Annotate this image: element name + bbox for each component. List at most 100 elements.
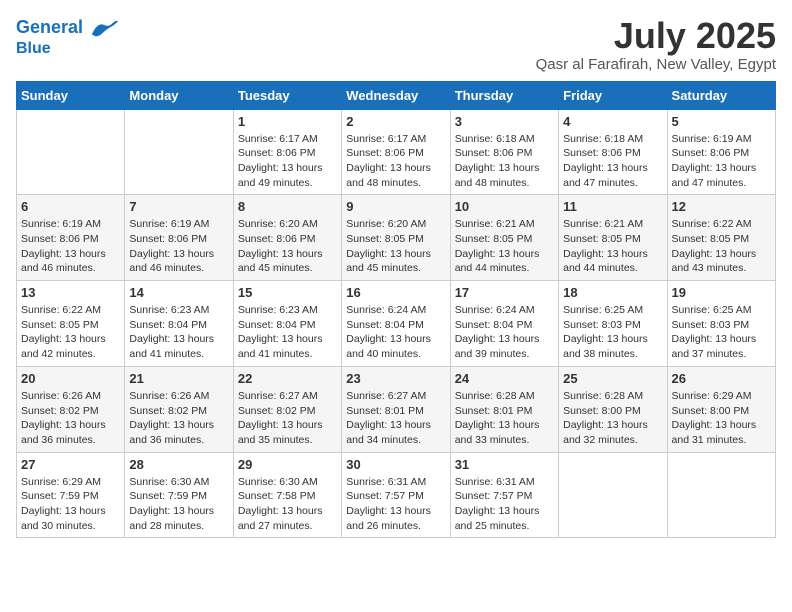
calendar-cell: 10 Sunrise: 6:21 AM Sunset: 8:05 PM Dayli…	[450, 195, 558, 281]
calendar-week-row: 6 Sunrise: 6:19 AM Sunset: 8:06 PM Daylig…	[17, 195, 776, 281]
day-info: Sunrise: 6:17 AM Sunset: 8:06 PM Dayligh…	[346, 132, 445, 191]
day-number: 15	[238, 285, 337, 300]
calendar-cell: 24Sunrise: 6:28 AM Sunset: 8:01 PM Dayli…	[450, 366, 558, 452]
calendar-table: SundayMondayTuesdayWednesdayThursdayFrid…	[16, 81, 776, 539]
weekday-header-friday: Friday	[559, 81, 667, 109]
day-info: Sunrise: 6:28 AM Sunset: 8:00 PM Dayligh…	[563, 389, 662, 448]
calendar-week-row: 1 Sunrise: 6:17 AM Sunset: 8:06 PM Daylig…	[17, 109, 776, 195]
day-info: Sunrise: 6:17 AM Sunset: 8:06 PM Dayligh…	[238, 132, 337, 191]
day-info: Sunrise: 6:18 AM Sunset: 8:06 PM Dayligh…	[455, 132, 554, 191]
day-number: 12	[672, 199, 771, 214]
month-title: July 2025	[536, 16, 776, 56]
day-number: 4	[563, 114, 662, 129]
calendar-cell: 7Sunrise: 6:19 AM Sunset: 8:06 PM Daylig…	[125, 195, 233, 281]
calendar-cell: 31Sunrise: 6:31 AM Sunset: 7:57 PM Dayli…	[450, 452, 558, 538]
calendar-week-row: 13 Sunrise: 6:22 AM Sunset: 8:05 PM Dayli…	[17, 281, 776, 367]
day-number: 29	[238, 457, 337, 472]
calendar-cell: 21Sunrise: 6:26 AM Sunset: 8:02 PM Dayli…	[125, 366, 233, 452]
day-info: Sunrise: 6:20 AM Sunset: 8:06 PM Dayligh…	[238, 217, 337, 276]
weekday-header-thursday: Thursday	[450, 81, 558, 109]
day-number: 23	[346, 371, 445, 386]
logo-blue: Blue	[16, 40, 118, 58]
calendar-week-row: 20 Sunrise: 6:26 AM Sunset: 8:02 PM Dayli…	[17, 366, 776, 452]
day-number: 26	[672, 371, 771, 386]
weekday-header-tuesday: Tuesday	[233, 81, 341, 109]
weekday-header-wednesday: Wednesday	[342, 81, 450, 109]
day-number: 20	[21, 371, 120, 386]
day-info: Sunrise: 6:19 AM Sunset: 8:06 PM Dayligh…	[21, 217, 120, 276]
weekday-header-sunday: Sunday	[17, 81, 125, 109]
day-number: 7	[129, 199, 228, 214]
page-header: General Blue July 2025 Qasr al Farafirah…	[16, 16, 776, 73]
day-info: Sunrise: 6:27 AM Sunset: 8:02 PM Dayligh…	[238, 389, 337, 448]
day-info: Sunrise: 6:21 AM Sunset: 8:05 PM Dayligh…	[563, 217, 662, 276]
day-info: Sunrise: 6:21 AM Sunset: 8:05 PM Dayligh…	[455, 217, 554, 276]
day-number: 11	[563, 199, 662, 214]
day-info: Sunrise: 6:26 AM Sunset: 8:02 PM Dayligh…	[21, 389, 120, 448]
calendar-week-row: 27 Sunrise: 6:29 AM Sunset: 7:59 PM Dayli…	[17, 452, 776, 538]
calendar-cell: 1 Sunrise: 6:17 AM Sunset: 8:06 PM Daylig…	[233, 109, 341, 195]
day-info: Sunrise: 6:29 AM Sunset: 8:00 PM Dayligh…	[672, 389, 771, 448]
day-number: 6	[21, 199, 120, 214]
calendar-cell: 12 Sunrise: 6:22 AM Sunset: 8:05 PM Dayli…	[667, 195, 775, 281]
calendar-cell: 17 Sunrise: 6:24 AM Sunset: 8:04 PM Dayli…	[450, 281, 558, 367]
day-info: Sunrise: 6:29 AM Sunset: 7:59 PM Dayligh…	[21, 475, 120, 534]
calendar-cell	[559, 452, 667, 538]
calendar-cell: 13 Sunrise: 6:22 AM Sunset: 8:05 PM Dayli…	[17, 281, 125, 367]
day-number: 24	[455, 371, 554, 386]
day-info: Sunrise: 6:30 AM Sunset: 7:58 PM Dayligh…	[238, 475, 337, 534]
day-info: Sunrise: 6:23 AM Sunset: 8:04 PM Dayligh…	[238, 303, 337, 362]
day-info: Sunrise: 6:25 AM Sunset: 8:03 PM Dayligh…	[672, 303, 771, 362]
day-number: 2	[346, 114, 445, 129]
calendar-cell: 14Sunrise: 6:23 AM Sunset: 8:04 PM Dayli…	[125, 281, 233, 367]
day-number: 27	[21, 457, 120, 472]
logo-text: General	[16, 16, 118, 40]
day-number: 16	[346, 285, 445, 300]
day-info: Sunrise: 6:18 AM Sunset: 8:06 PM Dayligh…	[563, 132, 662, 191]
day-number: 30	[346, 457, 445, 472]
day-number: 19	[672, 285, 771, 300]
day-number: 18	[563, 285, 662, 300]
calendar-cell: 16Sunrise: 6:24 AM Sunset: 8:04 PM Dayli…	[342, 281, 450, 367]
day-number: 28	[129, 457, 228, 472]
day-number: 10	[455, 199, 554, 214]
calendar-cell: 18 Sunrise: 6:25 AM Sunset: 8:03 PM Dayli…	[559, 281, 667, 367]
calendar-cell	[125, 109, 233, 195]
calendar-cell: 30Sunrise: 6:31 AM Sunset: 7:57 PM Dayli…	[342, 452, 450, 538]
day-number: 17	[455, 285, 554, 300]
day-number: 13	[21, 285, 120, 300]
day-info: Sunrise: 6:19 AM Sunset: 8:06 PM Dayligh…	[672, 132, 771, 191]
day-number: 8	[238, 199, 337, 214]
calendar-cell: 4 Sunrise: 6:18 AM Sunset: 8:06 PM Daylig…	[559, 109, 667, 195]
day-info: Sunrise: 6:24 AM Sunset: 8:04 PM Dayligh…	[455, 303, 554, 362]
day-number: 9	[346, 199, 445, 214]
day-number: 1	[238, 114, 337, 129]
weekday-header-saturday: Saturday	[667, 81, 775, 109]
logo: General Blue	[16, 16, 118, 58]
day-info: Sunrise: 6:20 AM Sunset: 8:05 PM Dayligh…	[346, 217, 445, 276]
calendar-cell: 8 Sunrise: 6:20 AM Sunset: 8:06 PM Daylig…	[233, 195, 341, 281]
weekday-header-row: SundayMondayTuesdayWednesdayThursdayFrid…	[17, 81, 776, 109]
calendar-cell: 19 Sunrise: 6:25 AM Sunset: 8:03 PM Dayli…	[667, 281, 775, 367]
calendar-cell: 5 Sunrise: 6:19 AM Sunset: 8:06 PM Daylig…	[667, 109, 775, 195]
day-info: Sunrise: 6:22 AM Sunset: 8:05 PM Dayligh…	[672, 217, 771, 276]
calendar-cell: 29 Sunrise: 6:30 AM Sunset: 7:58 PM Dayli…	[233, 452, 341, 538]
day-info: Sunrise: 6:25 AM Sunset: 8:03 PM Dayligh…	[563, 303, 662, 362]
calendar-cell: 2 Sunrise: 6:17 AM Sunset: 8:06 PM Daylig…	[342, 109, 450, 195]
calendar-cell: 20 Sunrise: 6:26 AM Sunset: 8:02 PM Dayli…	[17, 366, 125, 452]
day-info: Sunrise: 6:23 AM Sunset: 8:04 PM Dayligh…	[129, 303, 228, 362]
calendar-cell: 9 Sunrise: 6:20 AM Sunset: 8:05 PM Daylig…	[342, 195, 450, 281]
day-info: Sunrise: 6:30 AM Sunset: 7:59 PM Dayligh…	[129, 475, 228, 534]
calendar-cell: 26 Sunrise: 6:29 AM Sunset: 8:00 PM Dayli…	[667, 366, 775, 452]
calendar-cell	[667, 452, 775, 538]
calendar-cell: 22Sunrise: 6:27 AM Sunset: 8:02 PM Dayli…	[233, 366, 341, 452]
calendar-cell: 15 Sunrise: 6:23 AM Sunset: 8:04 PM Dayli…	[233, 281, 341, 367]
calendar-cell: 23Sunrise: 6:27 AM Sunset: 8:01 PM Dayli…	[342, 366, 450, 452]
location-title: Qasr al Farafirah, New Valley, Egypt	[536, 56, 776, 73]
day-info: Sunrise: 6:22 AM Sunset: 8:05 PM Dayligh…	[21, 303, 120, 362]
day-number: 21	[129, 371, 228, 386]
calendar-cell: 6 Sunrise: 6:19 AM Sunset: 8:06 PM Daylig…	[17, 195, 125, 281]
calendar-cell	[17, 109, 125, 195]
day-number: 5	[672, 114, 771, 129]
day-number: 25	[563, 371, 662, 386]
